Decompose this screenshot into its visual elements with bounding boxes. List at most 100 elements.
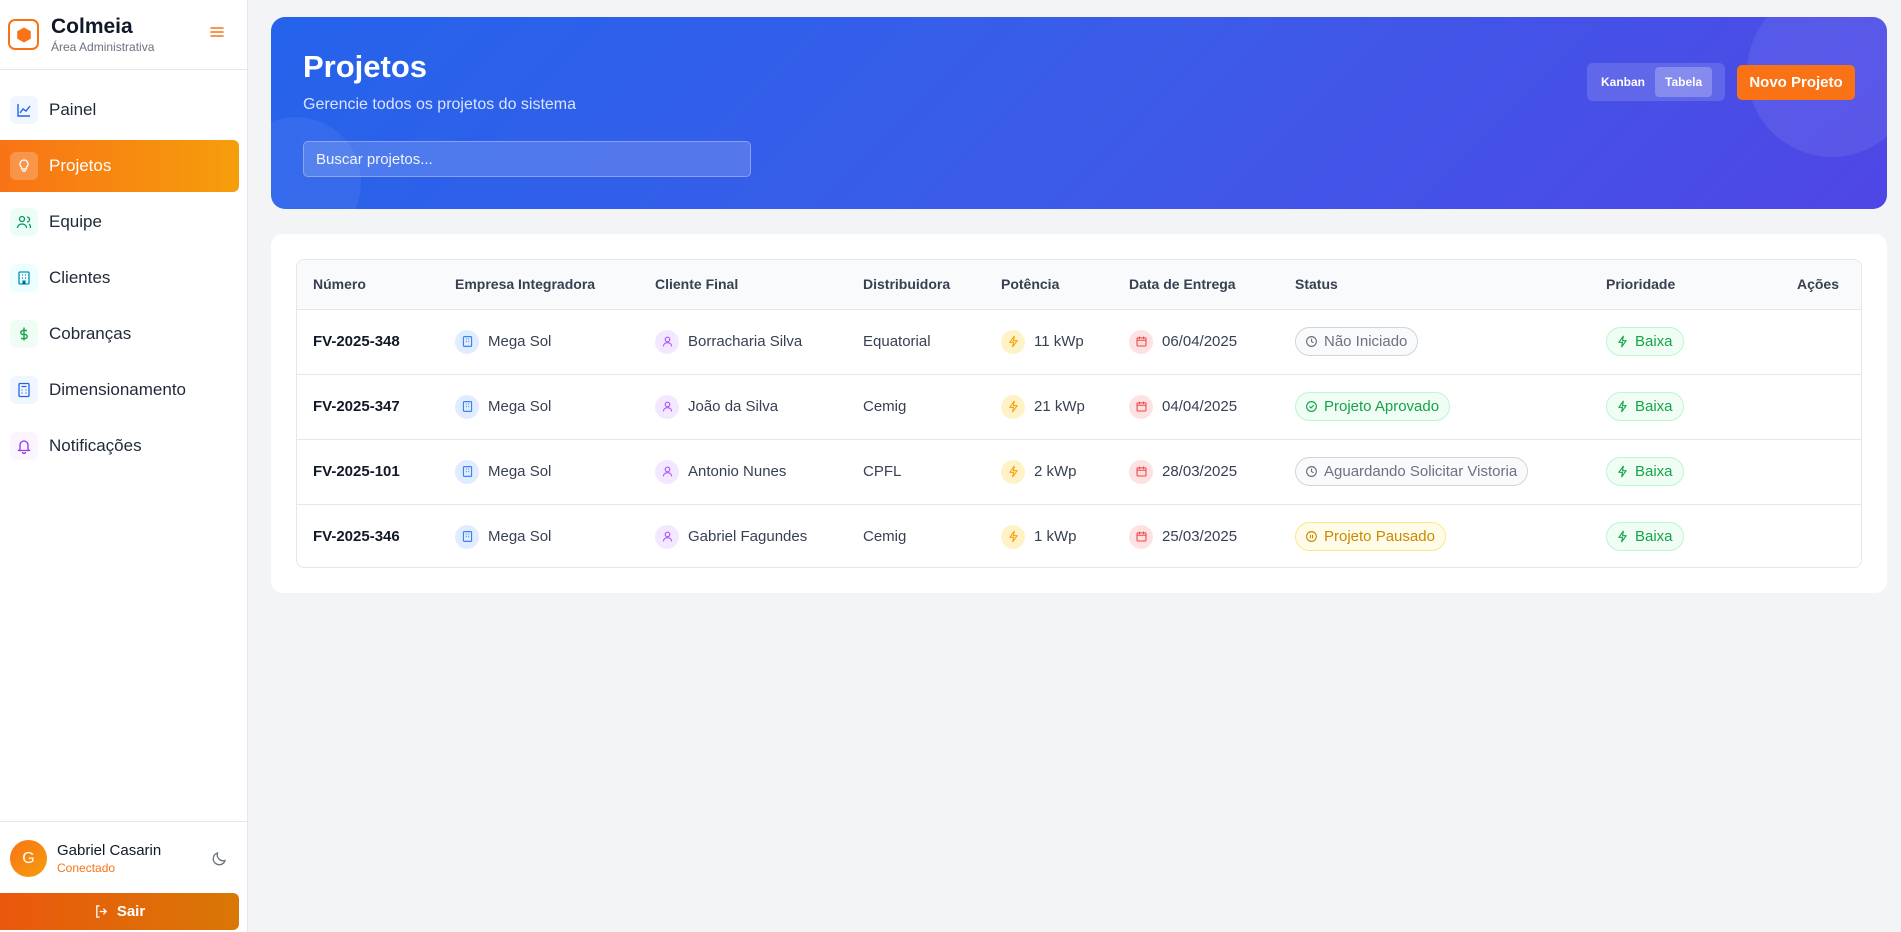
status-badge: Projeto Pausado bbox=[1295, 522, 1446, 552]
page-title: Projetos bbox=[303, 49, 428, 84]
hexagon-icon bbox=[8, 19, 39, 50]
priority-badge: Baixa bbox=[1606, 327, 1684, 356]
calculator-icon bbox=[10, 376, 38, 404]
building-icon bbox=[455, 329, 479, 354]
projects-card: Número Empresa Integradora Cliente Final… bbox=[271, 234, 1887, 593]
sidebar-item-dimensionamento[interactable]: Dimensionamento bbox=[0, 364, 239, 416]
page-header: Projetos Gerencie todos os projetos do s… bbox=[271, 17, 1887, 209]
sidebar-item-equipe[interactable]: Equipe bbox=[0, 196, 239, 248]
column-header-empresa[interactable]: Empresa Integradora bbox=[439, 260, 639, 309]
actions-cell bbox=[1760, 374, 1861, 439]
power: 1 kWp bbox=[1034, 528, 1077, 546]
projects-table: Número Empresa Integradora Cliente Final… bbox=[297, 260, 1861, 567]
user-icon bbox=[655, 329, 679, 354]
dollar-icon bbox=[10, 320, 38, 348]
priority-badge: Baixa bbox=[1606, 522, 1684, 552]
sidebar-item-notificacoes[interactable]: Notificações bbox=[0, 420, 239, 472]
building-icon bbox=[455, 394, 479, 419]
final-client: Antonio Nunes bbox=[688, 463, 787, 480]
bolt-icon bbox=[1618, 335, 1627, 348]
integrator-company: Mega Sol bbox=[488, 333, 552, 350]
building-icon bbox=[10, 264, 38, 292]
calendar-icon bbox=[1129, 459, 1153, 484]
moon-icon[interactable] bbox=[210, 848, 230, 868]
avatar: G bbox=[10, 840, 47, 877]
project-number: FV-2025-348 bbox=[313, 333, 400, 350]
clock-icon bbox=[1306, 336, 1317, 347]
final-client: João da Silva bbox=[688, 398, 779, 415]
distributor: CPFL bbox=[863, 463, 902, 480]
search-input[interactable] bbox=[303, 141, 751, 177]
status-badge: Não Iniciado bbox=[1295, 327, 1419, 356]
delivery-date: 25/03/2025 bbox=[1162, 528, 1238, 546]
chart-icon bbox=[10, 96, 38, 124]
bolt-icon bbox=[1001, 524, 1025, 549]
table-header-row: Número Empresa Integradora Cliente Final… bbox=[297, 260, 1861, 309]
users-icon bbox=[10, 208, 38, 236]
logout-button[interactable]: Sair bbox=[0, 893, 239, 930]
delivery-date: 06/04/2025 bbox=[1162, 333, 1238, 350]
column-header-prioridade[interactable]: Prioridade bbox=[1590, 260, 1760, 309]
user-name: Gabriel Casarin bbox=[57, 842, 162, 859]
actions-cell bbox=[1760, 504, 1861, 567]
building-icon bbox=[455, 459, 479, 484]
table-row[interactable]: FV-2025-101 Mega Sol Antonio Nunes CPFL … bbox=[297, 439, 1861, 504]
column-header-potencia[interactable]: Potência bbox=[985, 260, 1113, 309]
bell-icon bbox=[10, 432, 38, 460]
sidebar-item-label: Painel bbox=[49, 100, 97, 119]
column-header-acoes: Ações bbox=[1796, 276, 1839, 293]
actions-cell bbox=[1760, 439, 1861, 504]
priority-badge: Baixa bbox=[1606, 392, 1684, 421]
view-toggle: Kanban Tabela bbox=[1587, 63, 1725, 101]
integrator-company: Mega Sol bbox=[488, 398, 552, 415]
status-badge: Projeto Aprovado bbox=[1295, 392, 1451, 421]
table-view-button[interactable]: Tabela bbox=[1655, 67, 1713, 97]
sidebar-item-label: Notificações bbox=[49, 436, 142, 455]
bolt-icon bbox=[1001, 459, 1025, 484]
power: 2 kWp bbox=[1034, 463, 1077, 480]
hamburger-icon[interactable] bbox=[209, 24, 225, 40]
column-header-data[interactable]: Data de Entrega bbox=[1113, 260, 1279, 309]
sidebar-item-label: Clientes bbox=[49, 268, 111, 287]
logout-label: Sair bbox=[116, 903, 146, 920]
lightbulb-icon bbox=[10, 152, 38, 180]
sidebar-item-clientes[interactable]: Clientes bbox=[0, 252, 239, 304]
power: 11 kWp bbox=[1034, 333, 1084, 350]
distributor: Equatorial bbox=[863, 333, 931, 350]
sidebar-item-label: Cobranças bbox=[49, 324, 132, 343]
sidebar-item-cobrancas[interactable]: Cobranças bbox=[0, 308, 239, 360]
new-project-button[interactable]: Novo Projeto bbox=[1737, 65, 1855, 100]
distributor: Cemig bbox=[863, 528, 907, 546]
column-header-numero[interactable]: Número bbox=[297, 260, 439, 309]
power: 21 kWp bbox=[1034, 398, 1085, 415]
column-header-cliente[interactable]: Cliente Final bbox=[639, 260, 847, 309]
column-header-distribuidora[interactable]: Distribuidora bbox=[847, 260, 985, 309]
kanban-view-button[interactable]: Kanban bbox=[1591, 67, 1655, 97]
table-row[interactable]: FV-2025-346 Mega Sol Gabriel Fagundes Ce… bbox=[297, 504, 1861, 567]
actions-cell bbox=[1760, 309, 1861, 374]
distributor: Cemig bbox=[863, 398, 907, 415]
check-circle-icon bbox=[1306, 401, 1317, 412]
sidebar-item-label: Dimensionamento bbox=[49, 380, 187, 399]
final-client: Gabriel Fagundes bbox=[688, 528, 808, 546]
delivery-date: 28/03/2025 bbox=[1162, 463, 1238, 480]
sidebar-item-projetos[interactable]: Projetos bbox=[0, 140, 239, 192]
project-number: FV-2025-346 bbox=[313, 528, 400, 546]
brand-header: Colmeia Área Administrativa bbox=[0, 0, 247, 70]
column-header-status[interactable]: Status bbox=[1279, 260, 1590, 309]
project-number: FV-2025-101 bbox=[313, 463, 400, 480]
bolt-icon bbox=[1618, 530, 1627, 543]
sidebar-item-label: Equipe bbox=[49, 212, 102, 231]
logout-icon bbox=[95, 905, 107, 918]
pause-circle-icon bbox=[1306, 531, 1317, 543]
user-status: Conectado bbox=[57, 861, 116, 875]
building-icon bbox=[455, 524, 479, 549]
sidebar-item-painel[interactable]: Painel bbox=[0, 84, 239, 136]
page-subtitle: Gerencie todos os projetos do sistema bbox=[303, 96, 577, 113]
user-icon bbox=[655, 524, 679, 549]
integrator-company: Mega Sol bbox=[488, 528, 552, 546]
table-row[interactable]: FV-2025-348 Mega Sol Borracharia Silva E… bbox=[297, 309, 1861, 374]
table-row[interactable]: FV-2025-347 Mega Sol João da Silva Cemig… bbox=[297, 374, 1861, 439]
calendar-icon bbox=[1129, 394, 1153, 419]
delivery-date: 04/04/2025 bbox=[1162, 398, 1238, 415]
